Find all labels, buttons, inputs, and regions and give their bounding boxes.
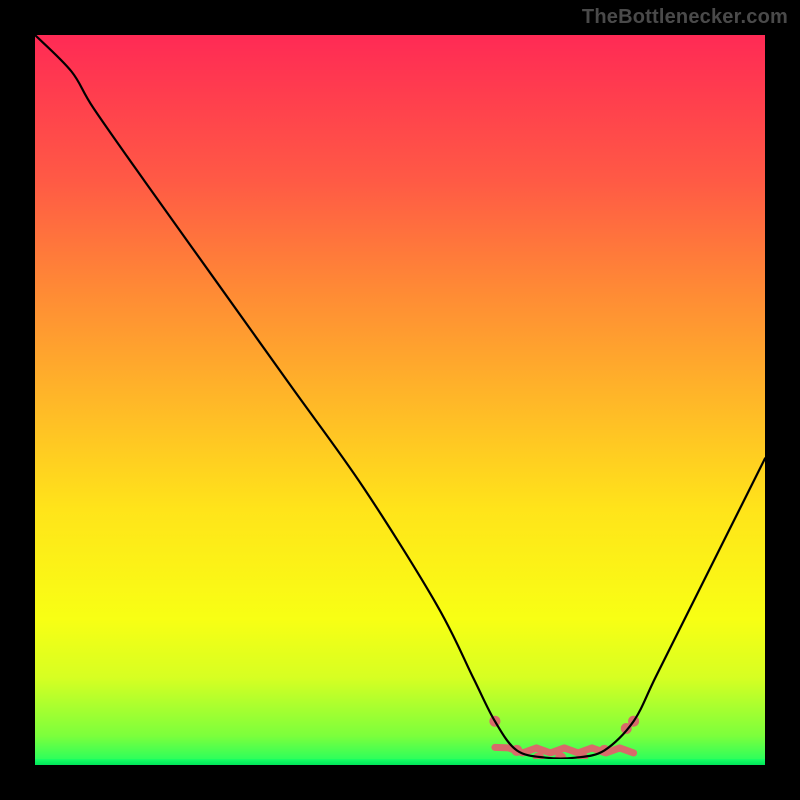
green-bottom-edge <box>35 759 765 765</box>
chart-frame: TheBottlenecker.com <box>0 0 800 800</box>
plot-area <box>35 35 765 765</box>
attribution-text: TheBottlenecker.com <box>582 6 788 29</box>
highlight-markers <box>489 716 639 764</box>
bottleneck-curve <box>35 35 765 759</box>
plot-svg <box>35 35 765 765</box>
